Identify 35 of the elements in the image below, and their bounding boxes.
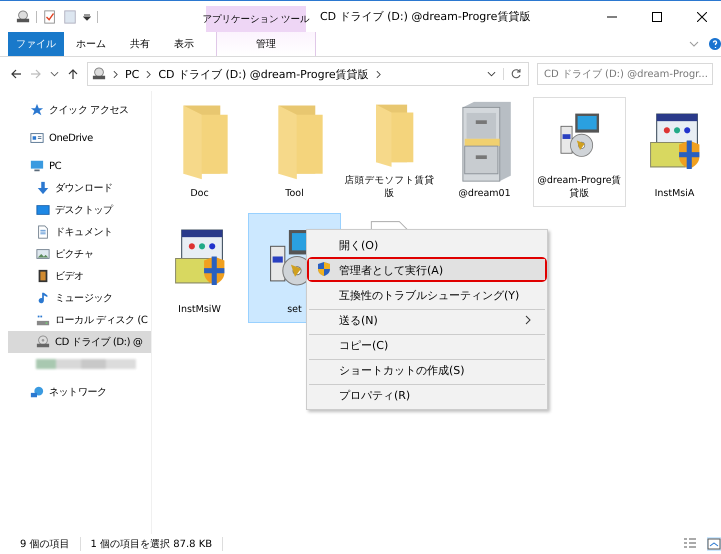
menu-item[interactable]: コピー(C) [309,334,545,355]
file-item[interactable]: InstMsiW [153,213,246,323]
menu-item[interactable]: ショートカットの作成(S) [309,359,545,380]
file-item[interactable]: @dream-Progre賃貸版 [533,97,626,207]
ribbon-tab[interactable]: 管理 [216,32,316,56]
ribbon-tab[interactable]: 共有 [118,32,162,56]
breadcrumb[interactable]: CD ドライブ (D:) @dream-Progre賃貸版 [158,66,369,82]
nav-item[interactable]: ダウンロード [55,181,113,195]
ribbon-tab[interactable]: ファイル [8,32,64,56]
file-item[interactable]: Tool [248,97,341,207]
nav-item[interactable]: ビデオ [55,269,84,283]
selection-info: 1 個の項目を選択 87.8 KB [90,538,212,551]
address-bar[interactable]: PC CD ドライブ (D:) @dream-Progre賃貸版 [87,62,529,86]
menu-item[interactable]: プロパティ(R) [309,384,545,405]
nav-item[interactable]: ローカル ディスク (C [55,313,148,327]
nav-item[interactable]: ネットワーク [49,385,107,399]
window-title: CD ドライブ (D:) @dream-Progre賃貸版 [319,9,530,25]
file-item[interactable]: @dream01 [438,97,531,207]
nav-item[interactable]: デスクトップ [55,203,113,217]
menu-item[interactable]: 送る(N) [309,309,545,330]
nav-item[interactable]: クイック アクセス [49,103,129,117]
menu-item[interactable]: 管理者として実行(A) [309,259,545,280]
ribbon-tab[interactable]: ホーム [64,32,118,56]
item-count: 9 個の項目 [20,538,70,551]
nav-item[interactable]: ピクチャ [55,247,94,261]
nav-item[interactable]: ミュージック [55,291,113,305]
file-item[interactable]: Doc [153,97,246,207]
breadcrumb[interactable]: PC [125,68,140,80]
file-item[interactable]: 店頭デモソフト賃貸版 [343,97,436,207]
file-item[interactable]: InstMsiA [628,97,721,207]
nav-item[interactable]: OneDrive [49,132,93,144]
nav-item[interactable]: PC [49,160,62,172]
search-field[interactable]: CD ドライブ (D:) @dream-Progr... [537,63,713,85]
nav-item[interactable]: ドキュメント [55,225,113,239]
ribbon-tab[interactable]: 表示 [162,32,206,56]
